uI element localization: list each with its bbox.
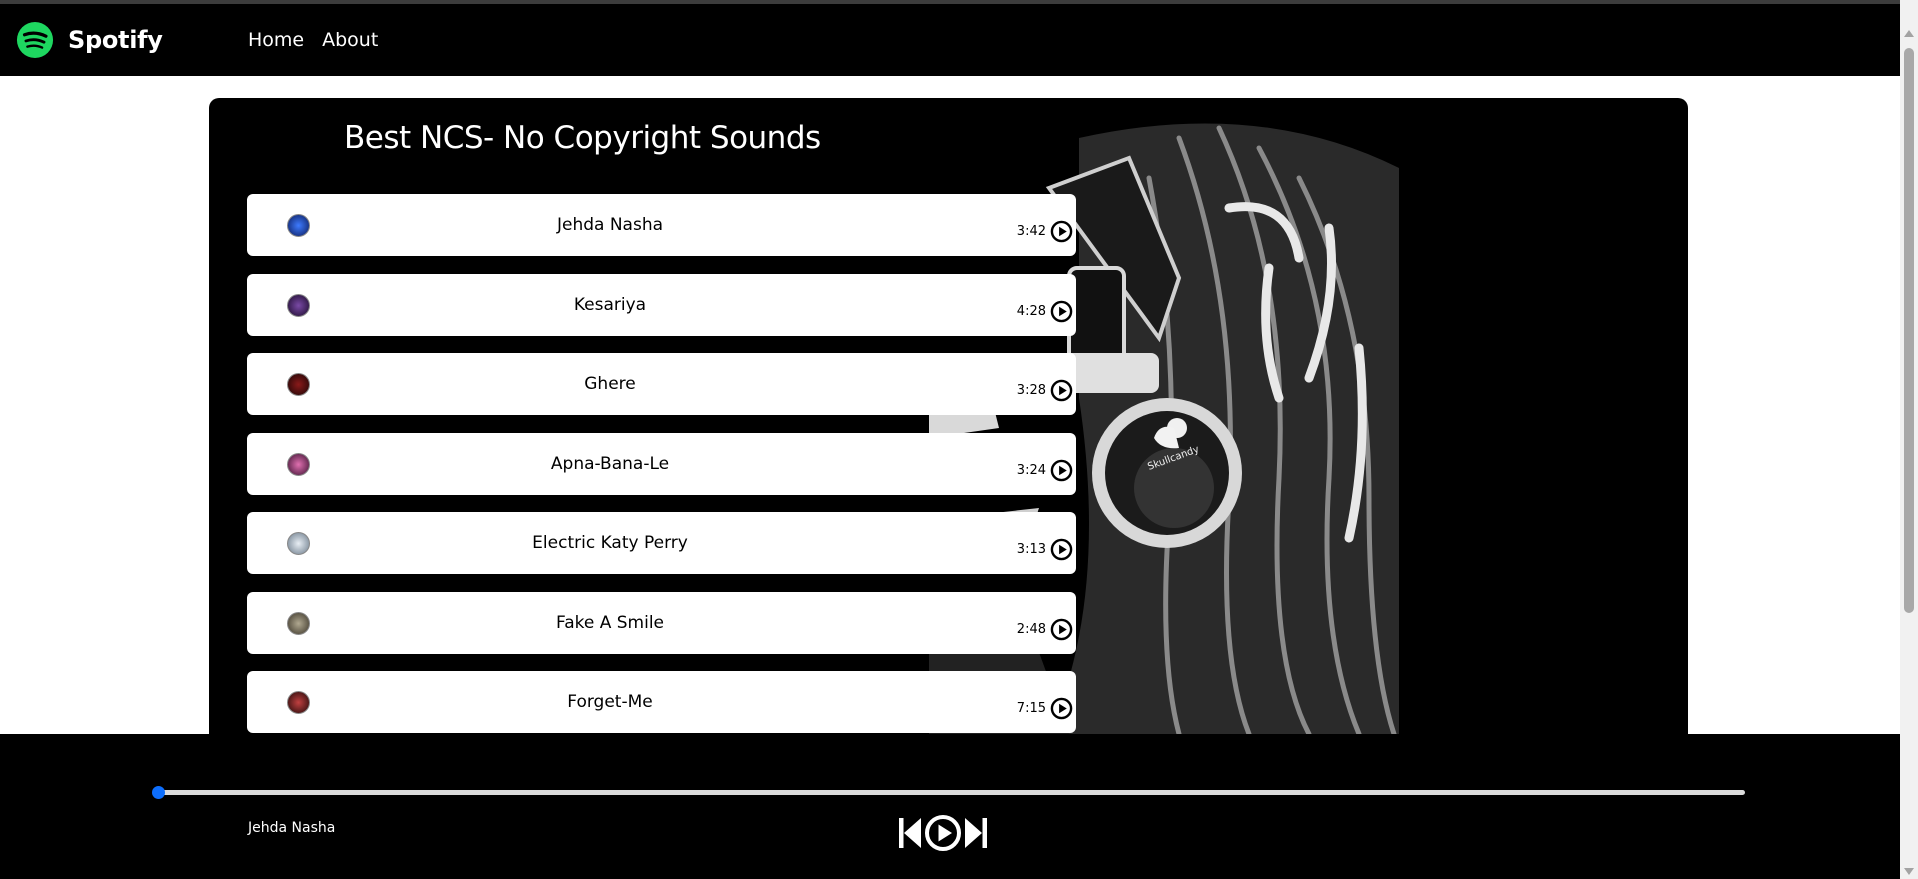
- nav-link-about[interactable]: About: [322, 29, 378, 51]
- song-item[interactable]: Electric Katy Perry 3:13: [247, 512, 1076, 574]
- song-duration: 2:48: [1016, 621, 1046, 637]
- brand[interactable]: Spotify: [16, 21, 248, 59]
- song-title: Kesariya: [573, 294, 647, 315]
- song-title: Apna-Bana-Le: [550, 453, 670, 474]
- progress-bar[interactable]: [155, 790, 1745, 795]
- song-duration: 3:13: [1016, 542, 1046, 557]
- brand-name: Spotify: [68, 26, 163, 54]
- song-title: Ghere: [584, 374, 636, 394]
- nav-link-home[interactable]: Home: [248, 29, 304, 51]
- play-circle-icon[interactable]: [1050, 538, 1073, 561]
- song-title: Electric Katy Perry: [532, 533, 688, 553]
- song-item[interactable]: Forget-Me 7:15: [247, 671, 1076, 733]
- song-item[interactable]: Kesariya 4:28: [247, 273, 1076, 336]
- progress-knob[interactable]: [152, 786, 165, 799]
- scroll-down-arrow-icon[interactable]: [1904, 868, 1914, 875]
- song-item[interactable]: Ghere 3:28: [247, 353, 1076, 415]
- play-icon[interactable]: [924, 814, 962, 852]
- song-list: Jehda Nasha 3:42 Kesariya 4:28 Ghere 3:2…: [247, 194, 1076, 734]
- previous-icon[interactable]: [898, 815, 922, 851]
- navbar: Spotify Home About: [0, 4, 1900, 76]
- song-duration: 7:15: [1016, 701, 1046, 716]
- song-title: Jehda Nasha: [556, 215, 664, 235]
- song-duration: 3:42: [1016, 224, 1046, 239]
- song-duration: 3:28: [1016, 383, 1046, 398]
- next-icon[interactable]: [964, 815, 988, 851]
- scroll-up-arrow-icon[interactable]: [1904, 30, 1914, 37]
- song-item[interactable]: Apna-Bana-Le 3:24: [247, 432, 1076, 495]
- now-playing-title: Jehda Nasha: [248, 820, 336, 836]
- playback-controls: [898, 814, 988, 852]
- play-circle-icon[interactable]: [1050, 459, 1073, 482]
- play-circle-icon[interactable]: [1050, 220, 1073, 243]
- page-scrollbar[interactable]: [1900, 0, 1918, 879]
- play-circle-icon[interactable]: [1050, 618, 1073, 641]
- song-title: Forget-Me: [567, 692, 653, 712]
- song-duration: 3:24: [1016, 462, 1046, 478]
- song-item[interactable]: Jehda Nasha 3:42: [247, 194, 1076, 256]
- playlist-container: Skullcandy Best NCS- No Copyright Sounds…: [209, 98, 1688, 734]
- play-circle-icon[interactable]: [1050, 300, 1073, 323]
- player-bar: Jehda Nasha: [0, 734, 1900, 879]
- playlist-title: Best NCS- No Copyright Sounds: [344, 120, 821, 156]
- spotify-logo-icon: [16, 21, 54, 59]
- scroll-thumb[interactable]: [1904, 48, 1914, 613]
- song-item[interactable]: Fake A Smile 2:48: [247, 591, 1076, 654]
- song-duration: 4:28: [1016, 303, 1046, 319]
- song-title: Fake A Smile: [555, 612, 665, 633]
- play-circle-icon[interactable]: [1050, 697, 1073, 720]
- play-circle-icon[interactable]: [1050, 379, 1073, 402]
